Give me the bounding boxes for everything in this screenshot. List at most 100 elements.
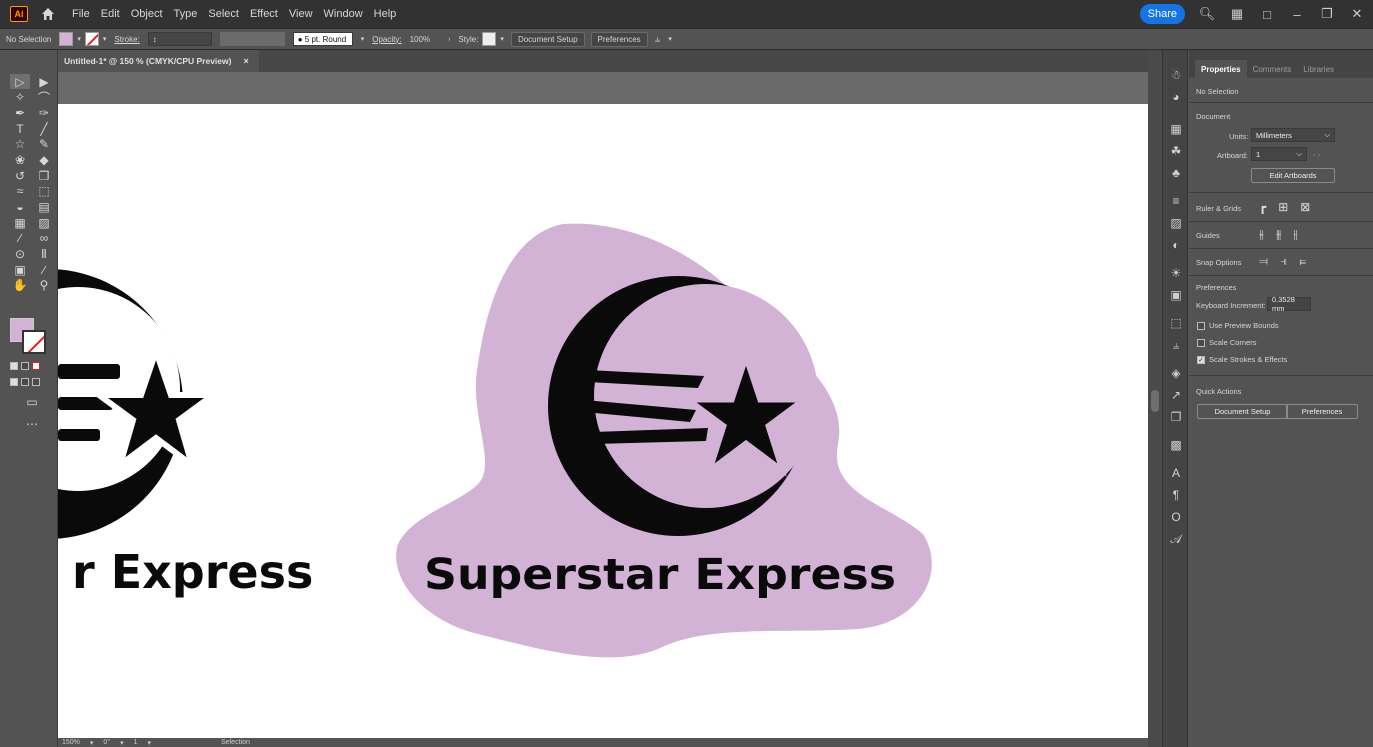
- draw-inside-icon[interactable]: [32, 378, 40, 386]
- artboard-dropdown[interactable]: 1 ⌵: [1251, 147, 1307, 161]
- preferences-button[interactable]: Preferences: [590, 31, 648, 47]
- show-guides-icon[interactable]: ⫳: [1259, 227, 1264, 242]
- panel-document-setup-button[interactable]: Document Setup: [1197, 404, 1288, 419]
- close-tab-icon[interactable]: ×: [243, 56, 248, 66]
- stroke-icon[interactable]: ≡: [1163, 190, 1189, 212]
- chevron-down-icon[interactable]: ▾: [77, 35, 81, 43]
- menu-edit[interactable]: Edit: [101, 8, 120, 20]
- snap-point-icon[interactable]: ⫤: [1259, 254, 1268, 269]
- vertical-scrollbar[interactable]: [1148, 50, 1162, 747]
- menu-view[interactable]: View: [289, 8, 313, 20]
- chevron-down-icon[interactable]: ▾: [120, 739, 124, 747]
- asset-export-icon[interactable]: ▩: [1163, 434, 1189, 456]
- transparency-grid-icon[interactable]: ⊠: [1300, 200, 1310, 214]
- document-tab[interactable]: Untitled-1* @ 150 % (CMYK/CPU Preview) ×: [58, 50, 259, 72]
- color-mode-icon[interactable]: [10, 362, 18, 370]
- artboard-prev-next-icon[interactable]: ‹ ›: [1313, 150, 1320, 159]
- more-tools-icon[interactable]: ⋯: [22, 416, 42, 431]
- menu-effect[interactable]: Effect: [250, 8, 278, 20]
- blend-tool-icon[interactable]: ∞: [34, 231, 54, 246]
- use-preview-bounds-checkbox[interactable]: Use Preview Bounds: [1197, 321, 1279, 330]
- draw-normal-icon[interactable]: [10, 378, 18, 386]
- keyboard-increment-input[interactable]: 0.3528 mm: [1267, 295, 1311, 313]
- rotate-view[interactable]: 0°: [103, 739, 110, 746]
- chevron-down-icon[interactable]: ▾: [668, 35, 672, 43]
- curvature-tool-icon[interactable]: ✑: [34, 105, 54, 120]
- align-icon[interactable]: ⫨: [655, 34, 661, 45]
- mesh-tool-icon[interactable]: ▦: [10, 215, 30, 230]
- eraser-icon[interactable]: ◆: [34, 152, 54, 167]
- snap-pixel-icon[interactable]: ⫢: [1299, 254, 1306, 269]
- artboard-tool-icon[interactable]: ▣: [10, 262, 30, 277]
- ruler-icon[interactable]: ┏: [1259, 200, 1266, 214]
- lasso-icon[interactable]: ⌒: [34, 90, 54, 105]
- scale-tool-icon[interactable]: ❐: [34, 168, 54, 183]
- edit-artboards-button[interactable]: Edit Artboards: [1251, 168, 1335, 183]
- eyedropper-icon[interactable]: ∕: [10, 231, 30, 246]
- artboards-icon[interactable]: ❐: [1163, 406, 1189, 428]
- layers-icon[interactable]: ◈: [1163, 362, 1189, 384]
- menu-file[interactable]: File: [72, 8, 90, 20]
- graph-tool-icon[interactable]: Ⅱ: [34, 247, 54, 262]
- style-label[interactable]: Style:: [458, 35, 478, 44]
- stroke-swatch[interactable]: [84, 32, 99, 46]
- lock-guides-icon[interactable]: ⫵: [1276, 227, 1282, 242]
- line-tool-icon[interactable]: ╱: [34, 121, 54, 136]
- pen-tool-icon[interactable]: ✒: [10, 105, 30, 120]
- brush-definition[interactable]: ● 5 pt. Round: [292, 32, 353, 46]
- menu-select[interactable]: Select: [208, 8, 239, 20]
- warp-tool-icon[interactable]: ≈: [10, 184, 30, 199]
- character-icon[interactable]: A: [1163, 462, 1189, 484]
- workspace-icon[interactable]: ▦: [1229, 6, 1245, 22]
- grid-icon[interactable]: ⊞: [1278, 200, 1288, 214]
- transform-icon[interactable]: ⬚: [1163, 312, 1189, 334]
- chevron-down-icon[interactable]: ▾: [103, 35, 107, 43]
- menu-help[interactable]: Help: [374, 8, 397, 20]
- hand-tool-icon[interactable]: ✋: [10, 278, 30, 293]
- variable-width-profile[interactable]: [219, 32, 285, 46]
- screen-mode-icon[interactable]: ▭: [22, 394, 42, 409]
- panel-preferences-button[interactable]: Preferences: [1286, 404, 1358, 419]
- gradient-tool-icon[interactable]: ▨: [34, 215, 54, 230]
- menu-object[interactable]: Object: [131, 8, 163, 20]
- graphic-styles-icon[interactable]: ▣: [1163, 284, 1189, 306]
- restore-icon[interactable]: ❐: [1319, 6, 1335, 22]
- paintbrush-icon[interactable]: ✎: [34, 137, 54, 152]
- transparency-icon[interactable]: ◐: [1163, 234, 1189, 256]
- menu-type[interactable]: Type: [174, 8, 198, 20]
- tab-properties[interactable]: Properties: [1195, 60, 1247, 78]
- properties-icon[interactable]: ◕: [1163, 86, 1189, 108]
- none-mode-icon[interactable]: [32, 362, 40, 370]
- free-transform-icon[interactable]: ⬚: [34, 184, 54, 199]
- share-button[interactable]: Share: [1139, 4, 1185, 24]
- minimize-icon[interactable]: –: [1289, 6, 1305, 22]
- fill-swatch[interactable]: [59, 32, 74, 46]
- scale-corners-checkbox[interactable]: Scale Corners: [1197, 338, 1257, 347]
- libraries-icon[interactable]: ☃: [1163, 64, 1189, 86]
- scroll-thumb[interactable]: [1151, 390, 1159, 412]
- slice-tool-icon[interactable]: ∕: [34, 262, 54, 277]
- type-tool-icon[interactable]: T: [10, 121, 30, 136]
- star-tool-icon[interactable]: ☆: [10, 137, 30, 152]
- smart-guides-icon[interactable]: ⫲: [1293, 227, 1297, 242]
- stroke-weight-field[interactable]: ↕: [147, 32, 212, 46]
- symbol-sprayer-icon[interactable]: ⊙: [10, 247, 30, 262]
- symbols-icon[interactable]: ♣: [1163, 162, 1189, 184]
- direct-selection-tool-icon[interactable]: ▶: [34, 74, 54, 89]
- shaper-tool-icon[interactable]: ❀: [10, 152, 30, 167]
- glyphs-icon[interactable]: 𝒜: [1163, 528, 1189, 550]
- tab-libraries[interactable]: Libraries: [1297, 60, 1340, 78]
- menu-window[interactable]: Window: [324, 8, 363, 20]
- document-setup-button[interactable]: Document Setup: [510, 31, 585, 47]
- zoom-level[interactable]: 150%: [62, 739, 80, 746]
- artboard-nav[interactable]: 1: [134, 739, 138, 746]
- gradient-icon[interactable]: ▨: [1163, 212, 1189, 234]
- style-swatch[interactable]: [482, 32, 497, 46]
- scale-strokes-checkbox[interactable]: ✓ Scale Strokes & Effects: [1197, 355, 1287, 364]
- chevron-down-icon[interactable]: ▾: [148, 739, 152, 747]
- opacity-label[interactable]: Opacity:: [372, 35, 401, 44]
- units-dropdown[interactable]: Millimeters ⌵: [1251, 128, 1335, 142]
- gradient-mode-icon[interactable]: [21, 362, 29, 370]
- opentype-icon[interactable]: O: [1163, 506, 1189, 528]
- perspective-grid-icon[interactable]: ▤: [34, 200, 54, 215]
